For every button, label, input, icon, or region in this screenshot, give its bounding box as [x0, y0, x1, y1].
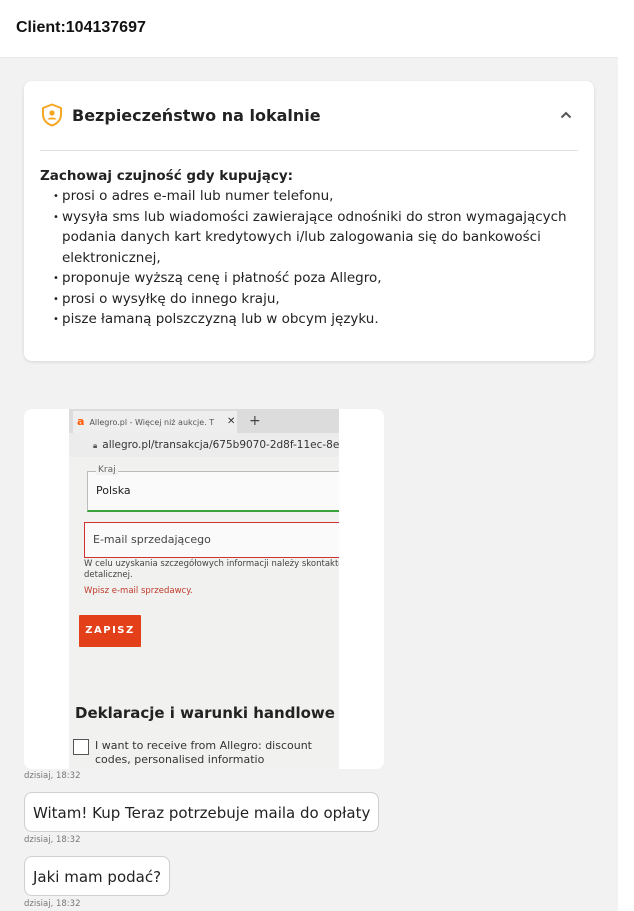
- lock-icon: 🔒︎: [93, 441, 98, 450]
- list-item: proponuje wyższą cenę i płatność poza Al…: [40, 268, 570, 289]
- browser-urlbar: 🔒︎ allegro.pl/transakcja/675b9070-2d8f-11…: [69, 433, 339, 457]
- message-bubble[interactable]: Jaki mam podać?: [24, 856, 171, 896]
- checkbox-label: I want to receive from Allegro: discount…: [95, 739, 312, 766]
- shield-person-icon: [42, 103, 62, 127]
- image-message[interactable]: a Allegro.pl - Więcej niż aukcje. T ✕ + 🔒…: [24, 409, 384, 769]
- help-text: W celu uzyskania szczegółowych informacj…: [84, 559, 339, 580]
- safety-tips-list: prosi o adres e-mail lub numer telefonu,…: [40, 186, 570, 330]
- country-label: Kraj: [96, 465, 118, 475]
- safety-card-title: Bezpieczeństwo na lokalnie: [72, 106, 321, 125]
- message-timestamp: dzisiaj, 18:32: [24, 835, 81, 845]
- close-icon: ✕: [227, 416, 236, 427]
- allegro-logo-icon: a: [77, 415, 85, 428]
- seller-email-field: E-mail sprzedającego: [84, 522, 339, 558]
- safety-info-card: Bezpieczeństwo na lokalnie Zachowaj czuj…: [24, 81, 594, 361]
- message-timestamp: dzisiaj, 18:32: [24, 771, 81, 781]
- list-item: wysyła sms lub wiadomości zawierające od…: [40, 207, 570, 269]
- client-id-title: Client:104137697: [16, 19, 146, 36]
- checkbox: [73, 739, 89, 755]
- error-text: Wpisz e-mail sprzedawcy.: [84, 586, 193, 596]
- url-text: allegro.pl/transakcja/675b9070-2d8f-11ec…: [102, 439, 339, 451]
- tab-title: Allegro.pl - Więcej niż aukcje. T: [89, 418, 215, 427]
- list-item: prosi o wysyłkę do innego kraju,: [40, 289, 570, 309]
- browser-tabbar: a Allegro.pl - Więcej niż aukcje. T ✕ +: [69, 409, 339, 433]
- divider: [40, 150, 578, 151]
- screenshot-photo[interactable]: a Allegro.pl - Więcej niż aukcje. T ✕ + 🔒…: [69, 409, 339, 769]
- list-item: prosi o adres e-mail lub numer telefonu,: [40, 186, 570, 207]
- browser-tab: a Allegro.pl - Więcej niż aukcje. T ✕: [73, 411, 237, 433]
- country-value: Polska: [96, 484, 131, 497]
- safety-card-body: Zachowaj czujność gdy kupujący: prosi o …: [40, 168, 570, 330]
- section-heading: Deklaracje i warunki handlowe: [75, 704, 335, 722]
- chat-header: Client:104137697: [0, 0, 618, 57]
- message-bubble[interactable]: Witam! Kup Teraz potrzebuje maila do opł…: [24, 792, 380, 832]
- safety-card-heading: Zachowaj czujność gdy kupujący:: [40, 168, 294, 184]
- plus-icon: +: [249, 413, 261, 429]
- message-timestamp: dzisiaj, 18:32: [24, 899, 81, 909]
- scrollbar-track[interactable]: [618, 0, 634, 911]
- chevron-up-icon[interactable]: [558, 107, 574, 123]
- save-button: ZAPISZ: [79, 615, 141, 647]
- seller-email-label: E-mail sprzedającego: [93, 533, 211, 546]
- list-item: pisze łamaną polszczyzną lub w obcym jęz…: [40, 309, 570, 330]
- country-field: Kraj Polska: [87, 465, 339, 512]
